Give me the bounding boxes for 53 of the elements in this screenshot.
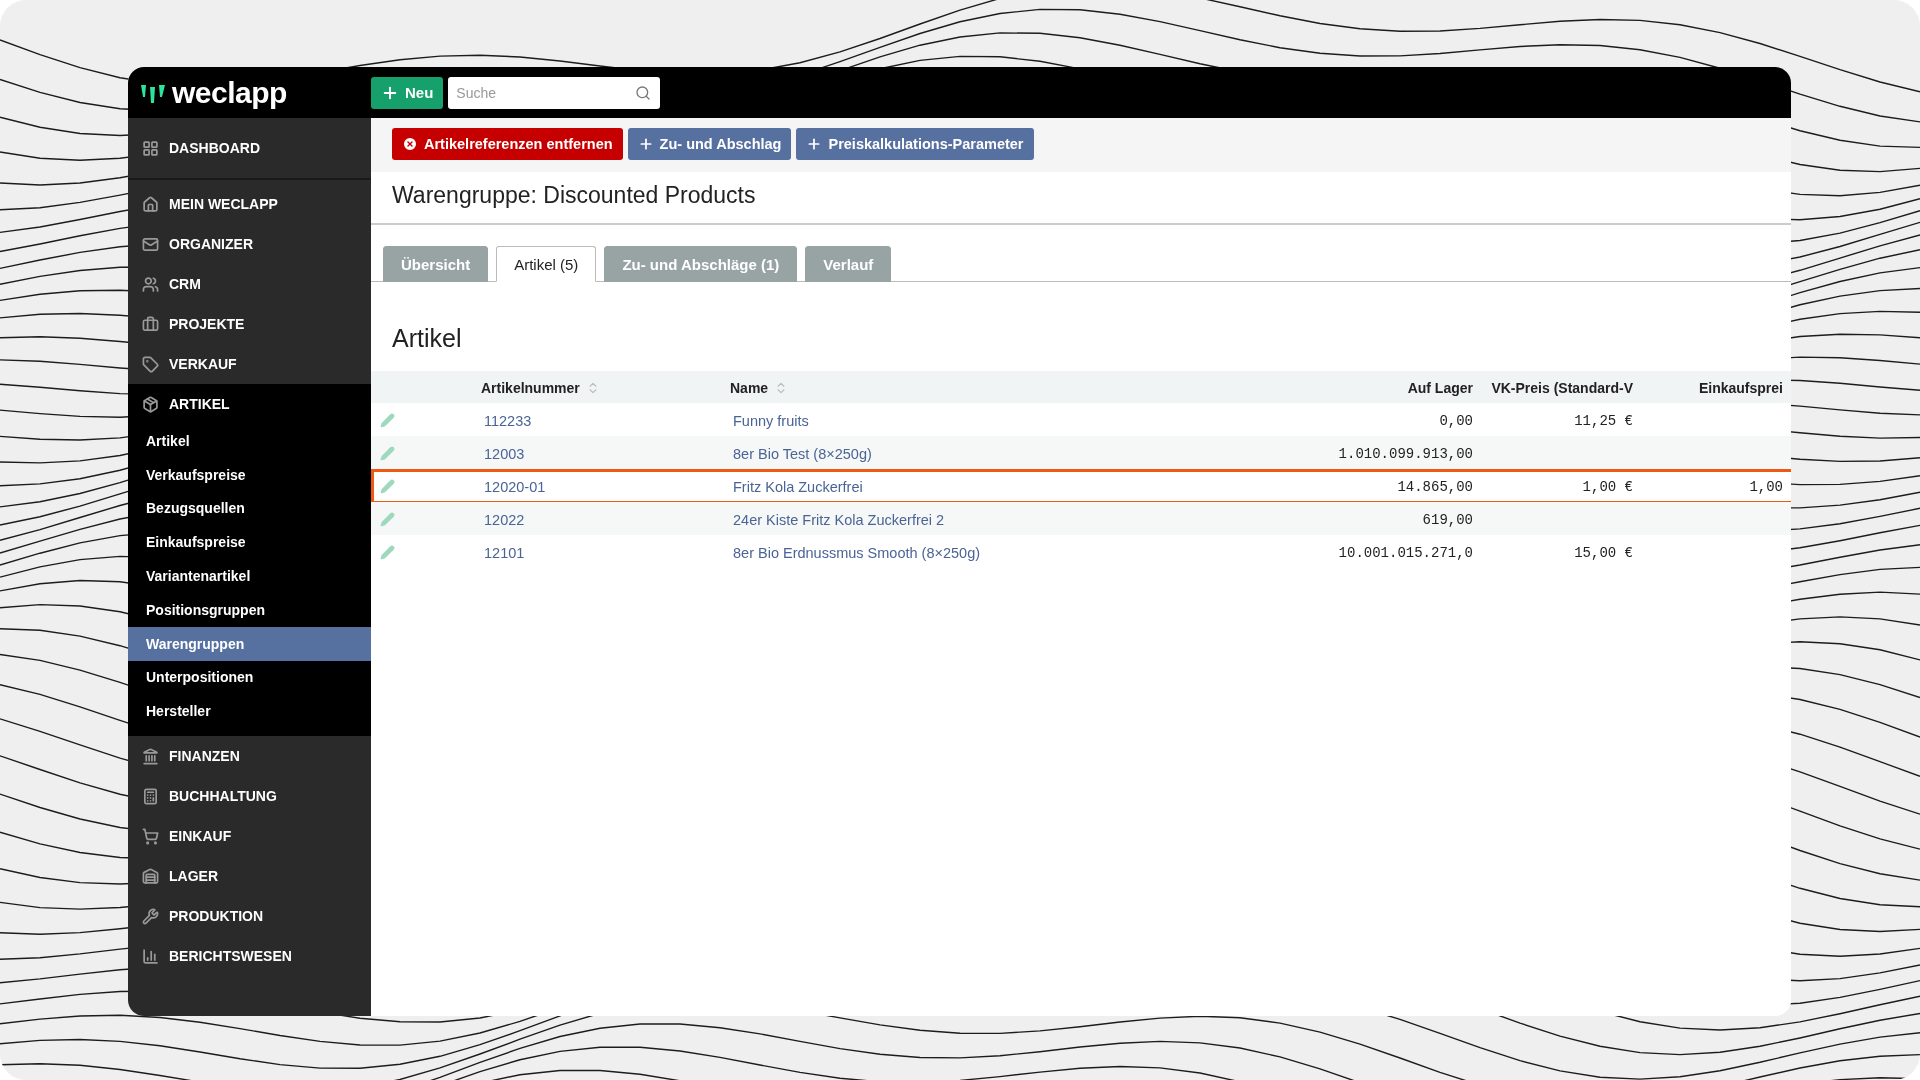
table-link[interactable]: 24er Kiste Fritz Kola Zuckerfrei 2 bbox=[733, 511, 945, 528]
sidebar-subitem[interactable]: Unterpositionen bbox=[128, 660, 371, 695]
table-link[interactable]: 12101 bbox=[484, 544, 525, 561]
sidebar-item[interactable]: CRM bbox=[128, 264, 371, 304]
sidebar-subitem[interactable]: Einkaufspreise bbox=[128, 525, 371, 560]
table-cell: 0,00 bbox=[1439, 412, 1473, 429]
sidebar-item[interactable]: MEIN WECLAPP bbox=[128, 184, 371, 224]
column-header[interactable]: Einkaufsprei bbox=[1698, 379, 1783, 396]
sidebar-subitem[interactable]: Bezugsquellen bbox=[128, 491, 371, 526]
table-cell: 1,00 bbox=[1749, 478, 1783, 495]
sidebar-subitem[interactable]: Warengruppen bbox=[128, 626, 371, 661]
column-header[interactable]: Artikelnummer bbox=[481, 379, 580, 396]
action-button[interactable]: Zu- und Abschlag bbox=[627, 128, 792, 160]
table-link[interactable]: 12022 bbox=[484, 511, 525, 528]
action-button[interactable]: Artikelreferenzen entfernen bbox=[392, 128, 623, 160]
sidebar-subitem[interactable]: Positionsgruppen bbox=[128, 593, 371, 627]
table-link[interactable]: 8er Bio Test (8×250g) bbox=[733, 445, 872, 462]
table-cell: 1.010.099.913,00 bbox=[1338, 445, 1473, 462]
table-cell: 15,00 € bbox=[1574, 544, 1633, 561]
table-cell: 10.001.015.271,0 bbox=[1338, 544, 1473, 561]
table-cell: 619,00 bbox=[1422, 511, 1473, 528]
sidebar-item[interactable]: LAGER bbox=[128, 856, 371, 897]
table-link[interactable]: Funny fruits bbox=[733, 412, 809, 429]
sidebar-subitem[interactable]: Artikel bbox=[128, 424, 371, 458]
tab[interactable]: Artikel (5) bbox=[496, 246, 597, 282]
sidebar-subitem[interactable]: Verkaufspreise bbox=[128, 457, 371, 492]
section-title: Artikel bbox=[391, 323, 463, 354]
table-cell: 11,25 € bbox=[1574, 412, 1633, 429]
sidebar-item[interactable]: ORGANIZER bbox=[128, 224, 371, 264]
sidebar-item[interactable]: PROJEKTE bbox=[128, 304, 371, 344]
action-button[interactable]: Preiskalkulations-Parameter bbox=[796, 128, 1034, 160]
sidebar-item[interactable]: BUCHHALTUNG bbox=[128, 776, 371, 817]
sidebar-subitem[interactable]: Hersteller bbox=[128, 694, 371, 729]
sidebar-item[interactable]: FINANZEN bbox=[128, 736, 371, 777]
search-field[interactable]: Suche bbox=[448, 76, 661, 109]
table-link[interactable]: 12003 bbox=[484, 445, 525, 462]
sidebar-item[interactable]: ARTIKEL bbox=[128, 384, 371, 424]
logo-text: weclapp bbox=[172, 75, 287, 110]
sidebar-item[interactable]: EINKAUF bbox=[128, 816, 371, 857]
sidebar-item[interactable]: BERICHTSWESEN bbox=[128, 936, 371, 977]
table-cell: 14.865,00 bbox=[1397, 478, 1473, 495]
column-header[interactable]: Auf Lager bbox=[1407, 379, 1473, 396]
table-link[interactable]: Fritz Kola Zuckerfrei bbox=[733, 478, 863, 495]
sidebar-item[interactable]: VERKAUF bbox=[128, 344, 371, 384]
sidebar-subitem[interactable]: Variantenartikel bbox=[128, 559, 371, 593]
table-link[interactable]: 12020-01 bbox=[484, 478, 546, 495]
table-link[interactable]: 112233 bbox=[484, 412, 532, 429]
column-header[interactable]: VK-Preis (Standard-V bbox=[1491, 379, 1633, 396]
sidebar-item[interactable]: PRODUKTION bbox=[128, 896, 371, 937]
table-link[interactable]: 8er Bio Erdnussmus Smooth (8×250g) bbox=[733, 544, 981, 561]
column-header[interactable]: Name bbox=[730, 379, 769, 396]
table-cell: 1,00 € bbox=[1582, 478, 1633, 495]
page-title: Warengruppe: Discounted Products bbox=[371, 172, 1791, 225]
